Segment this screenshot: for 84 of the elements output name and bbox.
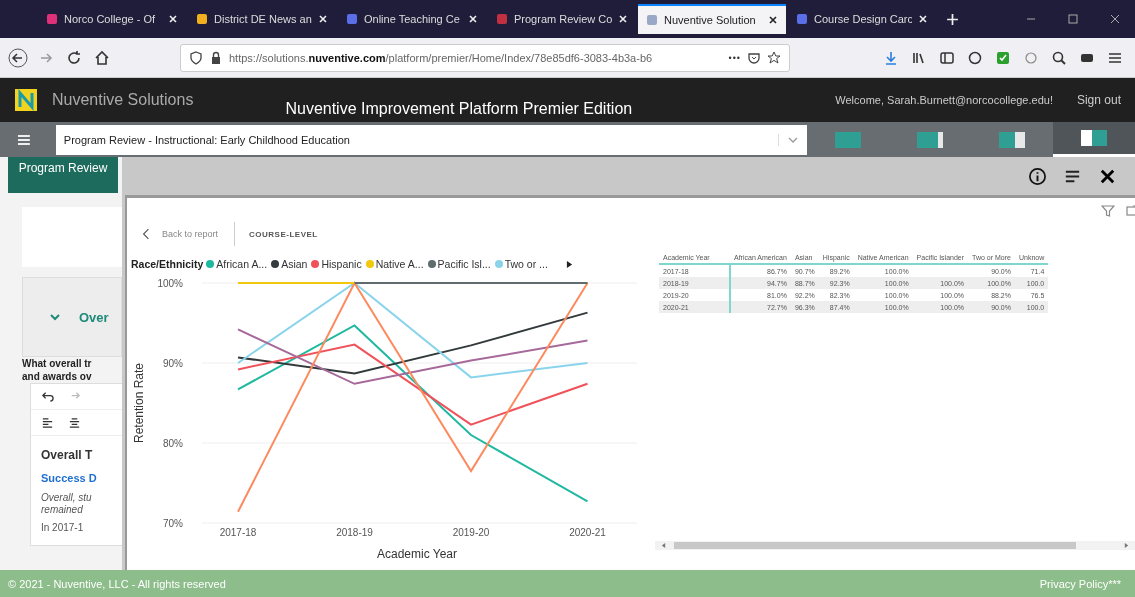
question-text: What overall tr bbox=[22, 357, 93, 370]
align-icon[interactable] bbox=[41, 416, 54, 429]
body-text: Overall, stu bbox=[41, 492, 92, 504]
x-tick-label: 2019-20 bbox=[452, 527, 490, 538]
zoom-icon[interactable] bbox=[1051, 49, 1067, 66]
heading-text: Overall T bbox=[41, 448, 93, 462]
page-icon bbox=[346, 13, 358, 25]
chevron-icon bbox=[49, 311, 61, 323]
legend-label: Pacific Isl... bbox=[437, 258, 491, 270]
star-icon[interactable] bbox=[767, 50, 781, 65]
new-tab-icon[interactable] bbox=[946, 12, 959, 26]
undo-icon[interactable] bbox=[41, 390, 54, 403]
legend-title: Race/Ethnicity bbox=[131, 258, 204, 270]
center-icon[interactable] bbox=[68, 416, 81, 429]
browser-tab[interactable]: Nuventive Solution bbox=[638, 4, 786, 34]
browser-tab[interactable]: Online Teaching Ce bbox=[338, 4, 486, 34]
x-tick-label: 2018-19 bbox=[336, 527, 373, 538]
copyright-text: © 2021 - Nuventive, LLC - All rights reserved bbox=[8, 577, 226, 590]
browser-tab[interactable]: Norco College - Of bbox=[38, 4, 186, 34]
legend-label: Asian bbox=[281, 258, 308, 270]
welcome-text: Welcome, Sarah.Burnett@norcocollege.edu! bbox=[835, 94, 1053, 106]
checkmark-icon[interactable] bbox=[995, 49, 1011, 66]
browser-tab[interactable]: Course Design Carc bbox=[788, 4, 936, 34]
browser-tab[interactable]: Program Review Co bbox=[488, 4, 636, 34]
more-actions[interactable]: ••• bbox=[728, 52, 741, 63]
address-field[interactable]: https://solutions.nuventive.com/platform/premier/Home/Index/78e85df6-3083-4b3a-b6 ••• bbox=[180, 43, 790, 72]
y-tick-label: 100% bbox=[157, 278, 183, 289]
layout-button[interactable] bbox=[1053, 122, 1135, 157]
legend-label: Two or ... bbox=[504, 258, 548, 270]
body-text: remained bbox=[41, 504, 83, 516]
focus-icon[interactable] bbox=[1125, 204, 1135, 218]
section-title: Over bbox=[79, 309, 109, 325]
editor-box[interactable]: Overall T Success D Overall, stu remained In 2017-1 bbox=[30, 383, 122, 546]
section-header[interactable]: Over bbox=[22, 277, 122, 357]
success-link[interactable]: Success D bbox=[41, 472, 97, 484]
brand-name: Nuventive Solutions bbox=[52, 91, 194, 109]
logo-icon bbox=[14, 88, 38, 112]
legend-label: African A... bbox=[216, 258, 268, 270]
y-tick-label: 70% bbox=[163, 518, 183, 529]
app-title: Nuventive Improvement Platform Premier Edition bbox=[285, 100, 633, 118]
page-icon bbox=[646, 14, 658, 26]
legend-label: Hispanic bbox=[321, 258, 362, 270]
y-tick-label: 80% bbox=[163, 438, 183, 449]
filter-icon[interactable] bbox=[1101, 204, 1115, 218]
program-select[interactable]: Program Review - Instructional: Early Childhood Education bbox=[55, 124, 807, 155]
back-to-report-link[interactable]: Back to report bbox=[142, 222, 236, 246]
x-tick-label: 2020-21 bbox=[569, 527, 606, 538]
layout-icon bbox=[916, 131, 943, 148]
layout-icon bbox=[834, 131, 861, 148]
browser-tab[interactable]: District DE News an bbox=[188, 4, 336, 34]
sign-out-link[interactable]: Sign out bbox=[1076, 93, 1121, 107]
close-icon[interactable] bbox=[768, 15, 778, 25]
y-tick-label: 90% bbox=[163, 358, 183, 369]
question-text: and awards ov bbox=[22, 370, 93, 383]
scroll-left-icon[interactable] bbox=[661, 542, 666, 549]
legend-label: Native A... bbox=[375, 258, 424, 270]
body-text: In 2017-1 bbox=[41, 522, 84, 533]
maximize-icon[interactable] bbox=[1067, 13, 1079, 25]
y-axis-title: Retention Rate bbox=[132, 362, 146, 444]
circle-icon[interactable] bbox=[967, 49, 983, 66]
horizontal-scrollbar[interactable] bbox=[655, 541, 1135, 550]
back-icon[interactable] bbox=[8, 47, 28, 68]
download-icon[interactable] bbox=[883, 49, 899, 66]
next-arrow-icon[interactable] bbox=[565, 259, 573, 269]
chevron-icon bbox=[142, 227, 150, 241]
x-axis-title: Academic Year bbox=[376, 547, 458, 561]
close-icon[interactable] bbox=[1109, 13, 1121, 25]
page-icon bbox=[196, 13, 208, 25]
page-icon bbox=[796, 13, 808, 25]
program-review-tab[interactable]: Program Review bbox=[8, 157, 118, 193]
info-icon[interactable] bbox=[1028, 166, 1047, 186]
scroll-right-icon[interactable] bbox=[1124, 542, 1129, 549]
layout-icon bbox=[999, 131, 1025, 148]
pocket-icon[interactable] bbox=[747, 50, 761, 65]
shield-icon bbox=[189, 50, 203, 65]
lock-icon bbox=[209, 50, 223, 65]
ring-icon[interactable] bbox=[1023, 49, 1039, 66]
caret-icon bbox=[777, 133, 799, 146]
sidebar-icon[interactable] bbox=[939, 49, 955, 66]
page-icon bbox=[496, 13, 508, 25]
page-title: COURSE-LEVEL bbox=[249, 229, 318, 239]
page-icon bbox=[46, 13, 58, 25]
layout-icon bbox=[1081, 130, 1107, 146]
x-tick-label: 2017-18 bbox=[219, 527, 257, 538]
